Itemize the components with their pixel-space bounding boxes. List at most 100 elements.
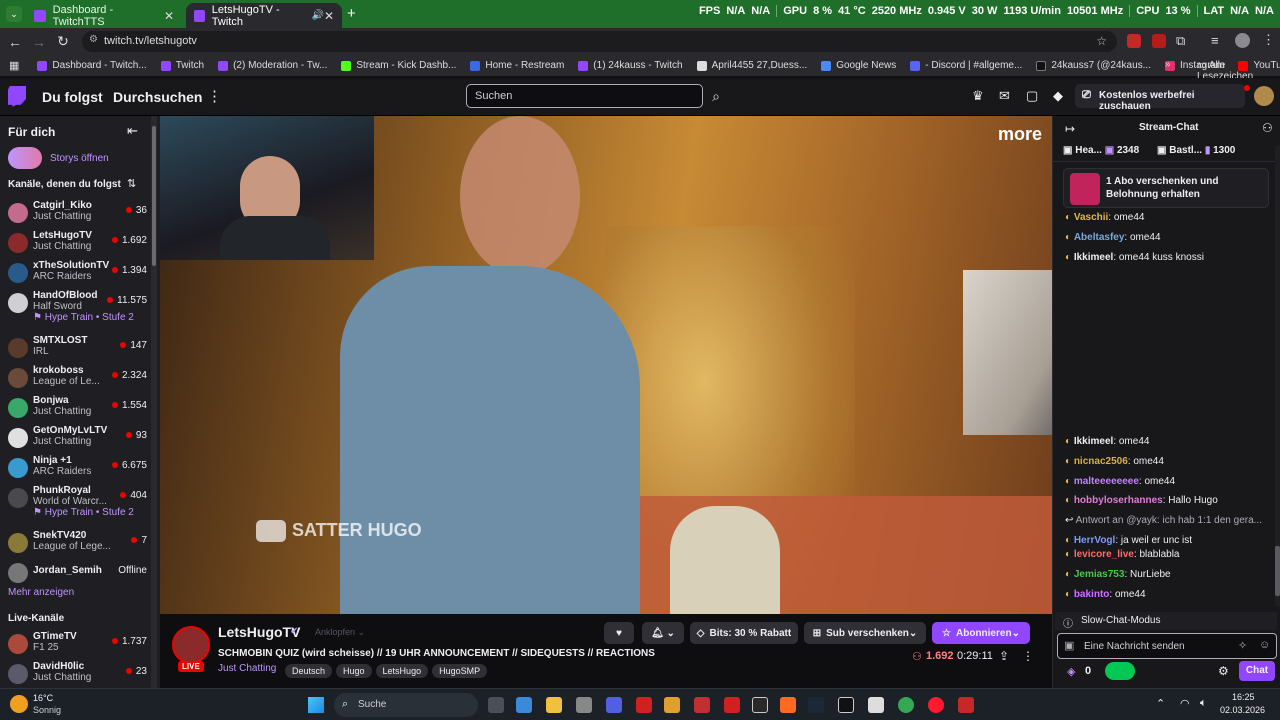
emote-icon[interactable]: ✧ <box>1238 639 1247 652</box>
collapse-chat-icon[interactable]: ↦ <box>1065 122 1075 136</box>
clock-time[interactable]: 16:25 <box>1232 692 1255 702</box>
tag[interactable]: Deutsch <box>285 664 333 678</box>
bits-button[interactable]: ◇ Bits: 30 % Rabatt <box>690 622 798 644</box>
bookmark-item[interactable]: 24kauss7 (@24kaus... <box>1036 60 1151 71</box>
chat-message[interactable]: ◐ bakinto: ome44 <box>1065 589 1146 600</box>
bookmark-item[interactable]: (1) 24kauss - Twitch <box>578 60 683 71</box>
chat-users-icon[interactable]: ⚇ <box>1262 121 1273 135</box>
show-more-link[interactable]: Mehr anzeigen <box>8 587 74 598</box>
bookmark-item[interactable]: (2) Moderation - Tw... <box>218 60 327 71</box>
sidebar-channel-item[interactable]: SnekTV420 League of Lege... 7 <box>8 530 153 560</box>
chat-message[interactable]: ◐ hobbyloserhannes: Hallo Hugo <box>1065 495 1218 506</box>
mouse-app-icon[interactable] <box>576 697 592 713</box>
bookmark-item[interactable]: Twitch <box>160 60 204 71</box>
taskbar-search[interactable]: ⌕ Suche <box>334 693 478 717</box>
bookmark-item[interactable]: April4455 27,Duess... <box>696 60 807 71</box>
search-icon[interactable]: ⌕ <box>705 84 727 108</box>
collapse-sidebar-icon[interactable]: ⇤ <box>127 123 138 139</box>
bookmark-item[interactable]: Google News <box>821 60 896 71</box>
task-view-icon[interactable] <box>488 697 504 713</box>
chat-username[interactable]: HerrVogl <box>1074 535 1116 546</box>
sidebar-channel-item[interactable]: krokoboss League of Le... 2.324 <box>8 365 153 395</box>
profile-avatar[interactable] <box>1235 33 1250 48</box>
extension-icon[interactable] <box>1127 34 1141 48</box>
gift-sub-button[interactable]: ⊞ Sub verschenken ⌄ <box>804 622 926 644</box>
chat-input[interactable]: ▣ Eine Nachricht senden ✧ ☺ <box>1057 633 1277 659</box>
tab-dashboard[interactable]: Dashboard - TwitchTTS ✕ <box>26 3 182 28</box>
app-icon[interactable] <box>780 697 796 713</box>
chat-scrollbar[interactable] <box>1275 146 1280 606</box>
tag[interactable]: HugoSMP <box>432 664 488 678</box>
chat-username[interactable]: Vaschii <box>1074 212 1108 223</box>
sidebar-channel-item[interactable]: Bonjwa Just Chatting 1.554 <box>8 395 153 425</box>
explorer-app-icon[interactable] <box>546 697 562 713</box>
whispers-icon[interactable]: ▢ <box>1026 88 1038 104</box>
share-icon[interactable]: ⇪ <box>999 649 1009 663</box>
volume-icon[interactable]: 🔈︎ <box>1200 697 1207 710</box>
reload-icon[interactable]: ↻ <box>51 33 75 50</box>
new-tab-icon[interactable]: + <box>347 5 356 22</box>
browser-menu-icon[interactable]: ⋮ <box>1262 32 1275 48</box>
site-info-icon[interactable]: ⚙ <box>89 34 98 45</box>
app-icon[interactable] <box>694 697 710 713</box>
chat-message[interactable]: ◐ Vaschii: ome44 <box>1065 212 1144 223</box>
sidebar-channel-item[interactable]: Jordan_Semih Offline <box>8 560 153 590</box>
sidebar-channel-item[interactable]: Ninja +1 ARC Raiders 6.675 <box>8 455 153 485</box>
more-menu-icon[interactable]: ⋮ <box>207 87 222 105</box>
clock-date[interactable]: 02.03.2026 <box>1220 705 1265 715</box>
channel-points-icon[interactable]: ◈ <box>1067 665 1075 678</box>
channel-name[interactable]: LetsHugoTV <box>218 624 300 640</box>
app-icon[interactable] <box>724 697 740 713</box>
app-icon[interactable] <box>838 697 854 713</box>
tag[interactable]: LetsHugo <box>375 664 429 678</box>
chat-username[interactable]: nicnac2506 <box>1074 456 1128 467</box>
opera-app-icon[interactable] <box>636 697 652 713</box>
chat-username[interactable]: Ikkimeel <box>1074 436 1113 447</box>
stories-button[interactable]: Storys öffnen <box>8 147 148 169</box>
apps-grid-icon[interactable]: ▦ <box>9 59 19 72</box>
minecraft-app-icon[interactable] <box>664 697 680 713</box>
store-app-icon[interactable] <box>516 697 532 713</box>
nav-browse[interactable]: Durchsuchen <box>113 89 202 105</box>
forward-icon[interactable]: → <box>27 34 51 50</box>
inbox-icon[interactable]: ✉ <box>999 88 1010 104</box>
sidebar-channel-item[interactable]: SMTXLOST IRL 147 <box>8 335 153 365</box>
channel-avatar[interactable] <box>172 626 210 664</box>
chat-username[interactable]: hobbyloserhannes <box>1074 495 1163 506</box>
sidebar-channel-item[interactable]: PhunkRoyal World of Warcr... 404 ⚑ Hype Tra… <box>8 485 153 518</box>
opera-gx-app-icon[interactable] <box>928 697 944 713</box>
follow-heart-button[interactable]: ♥ <box>604 622 634 644</box>
chat-message[interactable]: ◐ nicnac2506: ome44 <box>1065 456 1164 467</box>
gift-sub-banner[interactable]: 1 Abo verschenken und Belohnung erhalten <box>1063 168 1269 208</box>
sidebar-channel-item[interactable]: HandOfBlood Half Sword 11.575 ⚑ Hype Train … <box>8 290 153 323</box>
bookmark-item[interactable]: Dashboard - Twitch... <box>37 60 147 71</box>
more-bookmarks-icon[interactable]: » <box>1165 59 1171 70</box>
chat-username[interactable]: Jemias753 <box>1074 569 1125 580</box>
app-icon[interactable] <box>958 697 974 713</box>
knock-button[interactable]: Anklopfen ⌄ <box>315 627 365 638</box>
sidebar-channel-item[interactable]: GetOnMyLvLTV Just Chatting 93 <box>8 425 153 455</box>
puzzle-icon[interactable]: ⧉ <box>1176 33 1185 49</box>
chat-username[interactable]: levicore_live <box>1074 549 1134 560</box>
tray-overflow-icon[interactable]: ⌃ <box>1156 697 1165 710</box>
close-tab-icon[interactable]: ✕ <box>324 9 334 23</box>
leaderboard-entry[interactable]: ▣ Hea... ▣ 2348 <box>1063 145 1139 156</box>
playlist-icon[interactable]: ≡ <box>1211 33 1219 48</box>
windows-start-icon[interactable] <box>308 697 324 713</box>
leaderboard-entry[interactable]: ▣ Bastl... ▮ 1300 <box>1157 145 1235 156</box>
bookmark-item[interactable]: - Discord | #allgeme... <box>910 60 1022 71</box>
weather-icon[interactable] <box>10 695 28 713</box>
chat-message[interactable]: ◐ Ikkimeel: ome44 kuss knossi <box>1065 252 1204 263</box>
extension-icon[interactable] <box>1152 34 1166 48</box>
send-chat-button[interactable]: Chat <box>1239 661 1275 681</box>
smiley-icon[interactable]: ☺ <box>1259 639 1270 651</box>
more-options-icon[interactable]: ⋮ <box>1022 649 1034 663</box>
vegas-app-icon[interactable] <box>606 697 622 713</box>
chat-username[interactable]: Ikkimeel <box>1074 252 1113 263</box>
tab-menu-icon[interactable]: ⌄ <box>6 6 22 22</box>
sidebar-live-channel-item[interactable]: DavidH0lic Just Chatting 23 <box>8 661 153 691</box>
claim-bonus-button[interactable] <box>1105 662 1135 680</box>
chat-message[interactable]: ◐ Jemias753: NurLiebe <box>1065 569 1171 580</box>
app-icon[interactable] <box>868 697 884 713</box>
category-link[interactable]: Just Chatting <box>218 663 276 674</box>
